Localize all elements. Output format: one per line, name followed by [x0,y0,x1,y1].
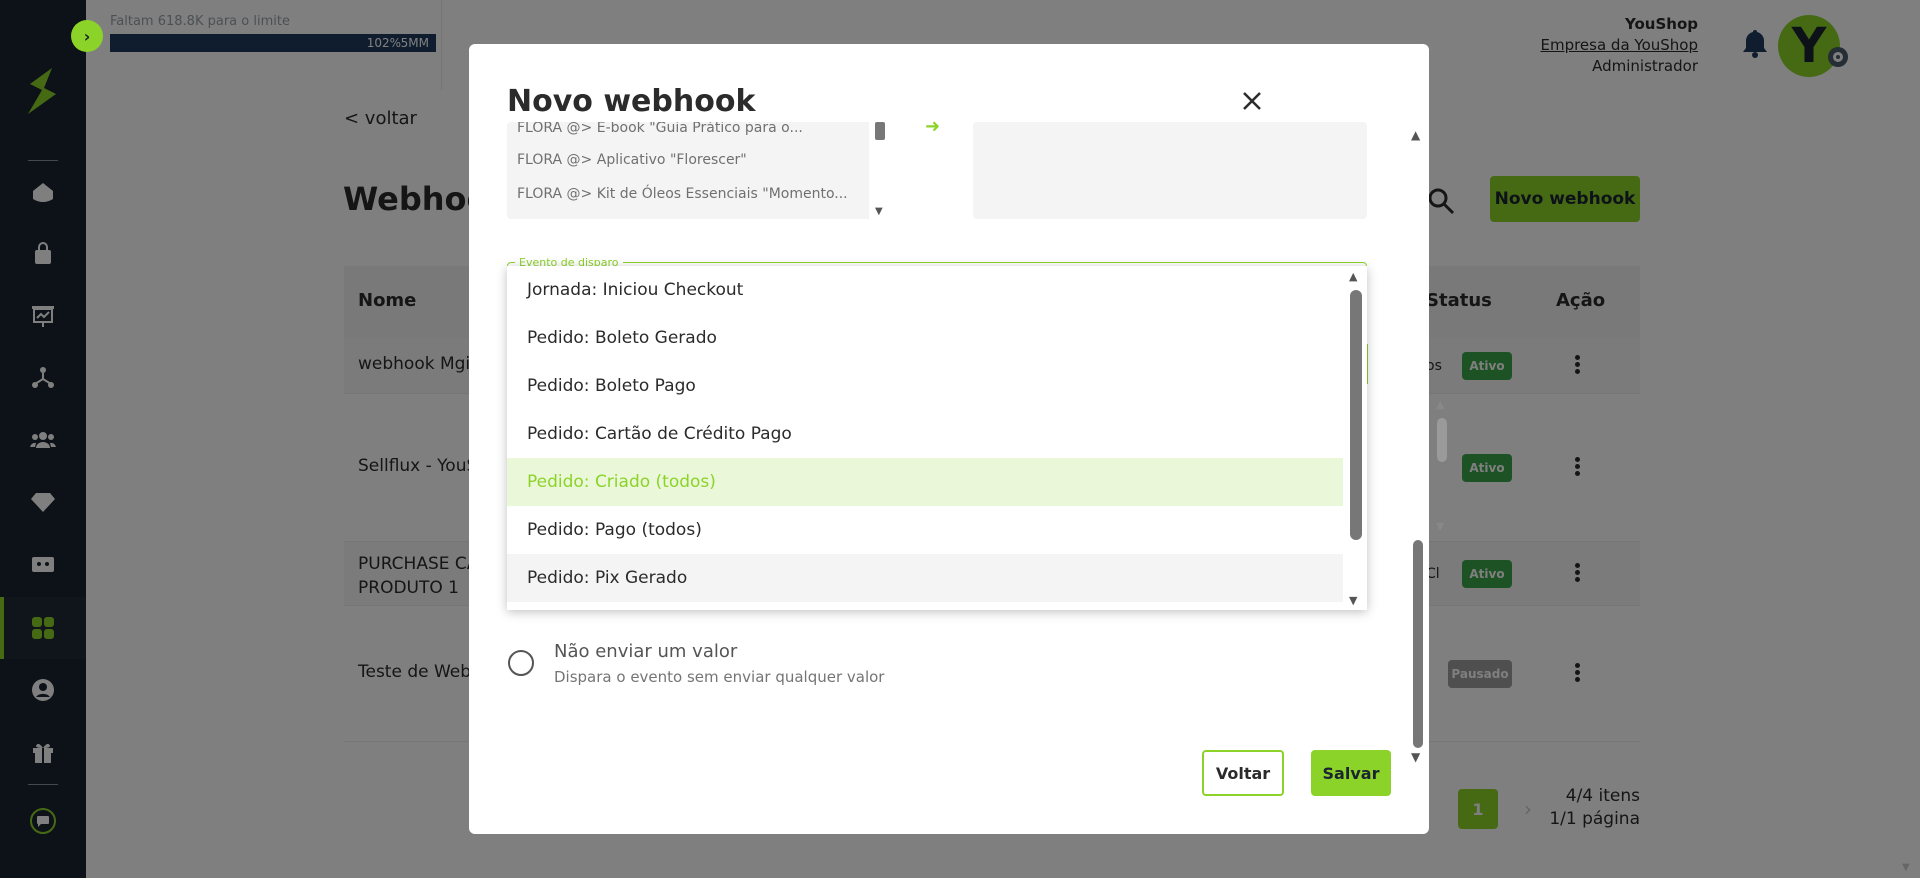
modal-scrollbar[interactable]: ▲ ▼ [1409,128,1425,764]
page-scroll-down-icon[interactable]: ▼ [1902,862,1916,874]
event-dropdown[interactable]: Jornada: Iniciou Checkout Pedido: Boleto… [507,266,1367,610]
radio-label: Não enviar um valor [554,641,738,662]
dropdown-scrollbar[interactable]: ▲ ▼ [1343,266,1367,610]
scroll-thumb[interactable] [1437,418,1447,462]
scroll-up-icon[interactable]: ▲ [1411,128,1420,142]
dropdown-option-hover[interactable]: Pedido: Pix Gerado [507,554,1343,602]
dropdown-option[interactable]: Pedido: Boleto Pago [507,362,1343,410]
dropdown-option[interactable]: Pedido: Boleto Gerado [507,314,1343,362]
scroll-down-icon[interactable]: ▼ [1436,520,1444,533]
list-item[interactable]: FLORA @> Aplicativo "Florescer" [517,152,747,168]
sidebar-toggle-button[interactable]: › [71,20,103,52]
scroll-thumb[interactable] [1413,540,1423,748]
list-item[interactable]: FLORA @> Kit de Óleos Essenciais "Moment… [517,186,848,202]
scroll-down-icon[interactable]: ▼ [1349,594,1357,607]
dropdown-option[interactable]: Pedido: Cartão de Crédito Pago [507,410,1343,458]
dropdown-option-selected[interactable]: Pedido: Criado (todos) [507,458,1343,506]
save-button[interactable]: Salvar [1311,750,1391,796]
back-button[interactable]: Voltar [1202,750,1284,796]
products-scrollbar[interactable]: ▼ [869,122,891,219]
selected-products-list[interactable] [973,122,1367,219]
new-webhook-modal: Novo webhook FLORA @> E-book "Guia Práti… [469,44,1429,834]
dropdown-option[interactable]: Jornada: Iniciou Checkout [507,266,1343,314]
radio-description: Dispara o evento sem enviar qualquer val… [554,668,885,686]
close-icon[interactable] [1240,89,1264,113]
list-item[interactable]: FLORA @> E-book "Guia Prático para o... [517,122,803,136]
chevron-right-icon: › [83,26,91,46]
scroll-down-icon[interactable]: ▼ [875,206,883,217]
dropdown-option[interactable]: Pedido: Pago (todos) [507,506,1343,554]
no-value-radio[interactable] [508,650,534,676]
scroll-thumb[interactable] [1350,290,1362,540]
modal-title: Novo webhook [507,84,756,119]
scroll-thumb[interactable] [875,122,885,140]
inner-scrollbar[interactable]: ▲ ▼ [1430,398,1452,538]
arrow-right-icon[interactable]: ➜ [925,116,940,137]
products-list[interactable]: FLORA @> E-book "Guia Prático para o... … [507,122,891,219]
scroll-down-icon[interactable]: ▼ [1411,750,1420,764]
scroll-up-icon[interactable]: ▲ [1436,398,1444,411]
scroll-up-icon[interactable]: ▲ [1349,270,1357,283]
